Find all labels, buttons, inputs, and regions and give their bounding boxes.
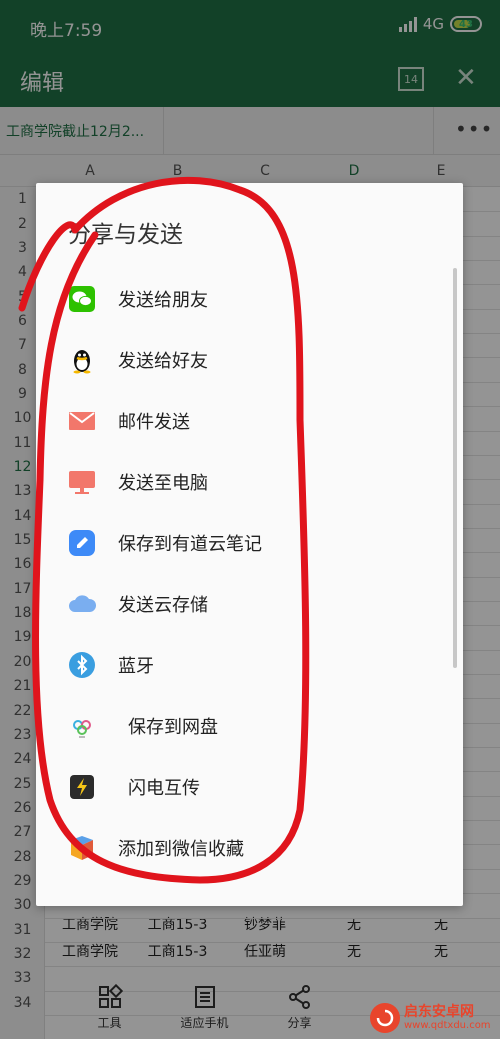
watermark: 启东安卓网 www.qdtxdu.com [370,1000,495,1036]
share-option-label: 发送至电脑 [118,472,208,494]
share-option-label: 邮件发送 [118,411,190,433]
share-option-netdisk[interactable]: 保存到网盘 [36,695,463,756]
share-options-list: 发送给朋友 发送给好友 邮件发送 发送至电脑 保存到有道云笔记 发送云存储 蓝牙… [36,268,463,878]
watermark-url: www.qdtxdu.com [404,1020,491,1031]
lightning-icon [68,773,96,801]
mail-icon [68,407,96,435]
share-option-label: 发送云存储 [118,594,208,616]
share-option-label: 保存到有道云笔记 [118,533,262,555]
dialog-title: 分享与发送 [68,222,183,248]
share-dialog: 分享与发送 发送给朋友 发送给好友 邮件发送 发送至电脑 保存到有道云笔记 发送… [36,183,463,906]
share-option-label: 闪电互传 [128,777,200,799]
share-option-youdao-note[interactable]: 保存到有道云笔记 [36,512,463,573]
wechat-favorite-icon [68,834,96,862]
wechat-icon [68,285,96,313]
share-option-wechat-favorite[interactable]: 添加到微信收藏 [36,817,463,878]
share-option-cloud-storage[interactable]: 发送云存储 [36,573,463,634]
share-option-email[interactable]: 邮件发送 [36,390,463,451]
share-option-label: 添加到微信收藏 [118,838,244,860]
cloud-icon [68,590,96,618]
watermark-logo-icon [370,1003,400,1033]
watermark-brand: 启东安卓网 [404,1004,474,1020]
share-option-label: 保存到网盘 [128,716,218,738]
share-option-label: 发送给朋友 [118,289,208,311]
share-option-label: 蓝牙 [118,655,154,677]
bluetooth-icon [68,651,96,679]
share-option-qq-friend[interactable]: 发送给好友 [36,329,463,390]
netdisk-icon [68,712,96,740]
qq-penguin-icon [68,346,96,374]
share-option-bluetooth[interactable]: 蓝牙 [36,634,463,695]
battery-level: 43 [459,18,473,30]
share-option-wechat-friend[interactable]: 发送给朋友 [36,268,463,329]
share-option-lightning-transfer[interactable]: 闪电互传 [36,756,463,817]
share-option-label: 发送给好友 [118,350,208,372]
share-option-send-to-pc[interactable]: 发送至电脑 [36,451,463,512]
youdao-note-icon [68,529,96,557]
monitor-icon [68,468,96,496]
